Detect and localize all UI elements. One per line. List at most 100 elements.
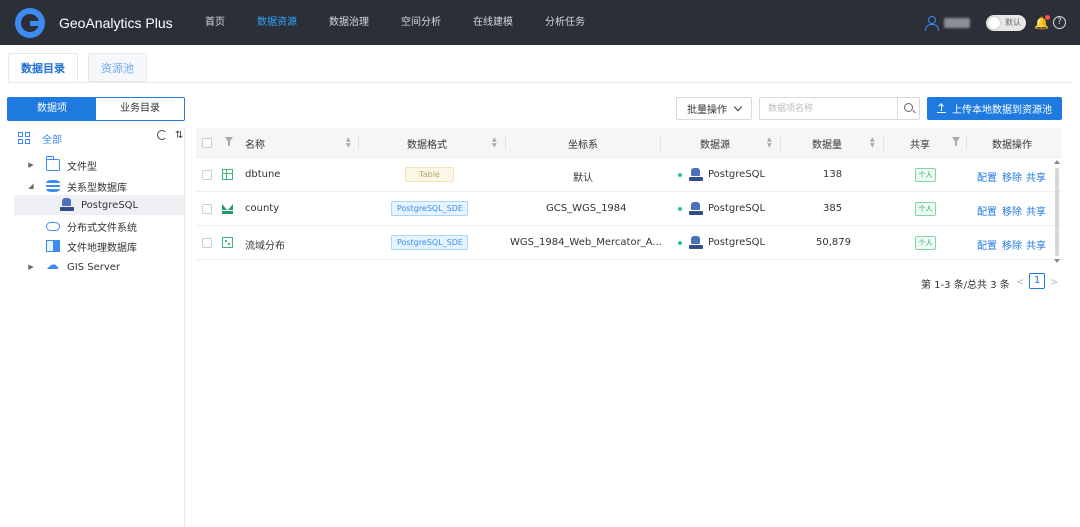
page-tabs: 数据目录 资源池 [8,53,157,82]
tree-item-relational-db[interactable]: ◢ 关系型数据库 [26,176,210,196]
map-database-icon [46,240,60,252]
upload-label: 上传本地数据到资源池 [952,105,1052,116]
postgresql-icon [60,198,74,212]
tab-resource-pool[interactable]: 资源池 [88,53,147,82]
sort-caret-icon[interactable]: ▲ ▼ [346,137,351,149]
row-checkbox[interactable] [202,204,212,214]
theme-toggle[interactable]: 默认 [986,14,1026,31]
tree-item-label: PostgreSQL [81,199,139,211]
header-share: 共享 [910,140,930,151]
tree-item-label: 分布式文件系统 [67,222,137,234]
nav-item-spatial-analysis[interactable]: 空间分析 [385,0,457,45]
table-row[interactable]: county PostgreSQL_SDE GCS_WGS_1984 Postg… [196,192,1062,226]
expand-caret-icon[interactable]: ▶ [26,263,36,271]
table-header: 名称 ▲ ▼ 数据格式 ▲ ▼ 坐标系 数据源 ▲ ▼ 数据量 ▲ ▼ 共享 数据操作 [196,128,1062,158]
cell-name[interactable]: county [245,203,279,214]
format-tag: Table [405,167,454,182]
table-icon [222,169,233,180]
app-title: GeoAnalytics Plus [59,14,173,31]
tree-item-label: 文件型 [67,161,97,173]
filter-icon[interactable] [225,137,233,146]
data-items-table: 名称 ▲ ▼ 数据格式 ▲ ▼ 坐标系 数据源 ▲ ▼ 数据量 ▲ ▼ 共享 数据操作 … [196,128,1062,260]
share-link[interactable]: 共享 [1026,203,1046,218]
upload-local-data-button[interactable]: 上传本地数据到资源池 [927,97,1062,120]
panel-divider [184,128,185,527]
status-dot [678,173,682,177]
scroll-thumb[interactable] [1055,168,1059,256]
table-row[interactable]: 流域分布 PostgreSQL_SDE WGS_1984_Web_Mercato… [196,226,1062,260]
nav-item-home[interactable]: 首页 [191,0,241,45]
notification-bell-icon[interactable]: 🔔 [1034,14,1050,30]
remove-link[interactable]: 移除 [1002,169,1022,184]
table-scrollbar[interactable] [1054,160,1060,264]
scroll-down-icon[interactable] [1054,259,1060,263]
header-count: 数据量 [812,140,842,151]
remove-link[interactable]: 移除 [1002,237,1022,252]
share-link[interactable]: 共享 [1026,237,1046,252]
help-icon[interactable]: ? [1053,16,1066,29]
page-number-current[interactable]: 1 [1029,273,1045,289]
share-badge: 个人 [915,168,936,182]
nav-item-data-resources[interactable]: 数据资源 [241,0,313,45]
postgresql-icon [689,202,703,216]
search-icon[interactable] [897,98,919,119]
top-right-actions: 默认 🔔 ? [924,0,1066,45]
format-tag: PostgreSQL_SDE [391,201,468,216]
row-checkbox[interactable] [202,238,212,248]
share-link[interactable]: 共享 [1026,169,1046,184]
filter-icon[interactable] [952,137,960,146]
tab-data-catalog[interactable]: 数据目录 [8,53,78,82]
tabs-divider [8,82,1072,83]
sort-caret-icon[interactable]: ▲ ▼ [492,137,497,149]
cloud-storage-icon [46,221,60,231]
configure-link[interactable]: 配置 [977,169,997,184]
segment-data-items[interactable]: 数据项 [8,98,96,120]
app-logo-icon[interactable] [15,7,45,38]
refresh-icon[interactable] [157,130,167,140]
segment-business-catalog[interactable]: 业务目录 [96,98,184,120]
postgresql-icon [689,236,703,250]
cell-name[interactable]: dbtune [245,169,280,180]
sort-caret-icon[interactable]: ▲ ▼ [767,137,772,149]
remove-link[interactable]: 移除 [1002,203,1022,218]
cell-name[interactable]: 流域分布 [245,237,285,252]
nav-item-analysis-tasks[interactable]: 分析任务 [529,0,601,45]
prev-page-button[interactable]: < [1016,277,1024,288]
expand-caret-icon[interactable]: ▶ [26,161,36,169]
cell-crs: WGS_1984_Web_Mercator_A... [510,237,662,248]
sort-caret-icon[interactable]: ▲ ▼ [870,137,875,149]
column-separator [780,136,781,150]
user-icon[interactable] [924,15,939,31]
row-checkbox[interactable] [202,170,212,180]
status-dot [678,207,682,211]
select-all-checkbox[interactable] [202,138,212,148]
batch-operations-dropdown[interactable]: 批量操作 [676,97,752,120]
cell-count: 385 [823,203,843,214]
next-page-button[interactable]: > [1050,277,1058,288]
nav-item-data-governance[interactable]: 数据治理 [313,0,385,45]
configure-link[interactable]: 配置 [977,237,997,252]
column-separator [505,136,506,150]
search-input[interactable] [760,98,897,119]
collapse-caret-icon[interactable]: ◢ [26,182,36,190]
header-format: 数据格式 [407,140,447,151]
tree-item-label: 文件地理数据库 [67,242,137,254]
notification-dot [1045,14,1050,20]
tree-item-all[interactable]: 全部 [18,130,62,146]
batch-label: 批量操作 [687,105,727,116]
configure-link[interactable]: 配置 [977,203,997,218]
username-redacted[interactable] [944,17,970,28]
table-row[interactable]: dbtune Table 默认 PostgreSQL 138 个人 配置 移除 … [196,158,1062,192]
tree-item-gis-server[interactable]: ▶ GIS Server [26,257,210,277]
database-icon [46,180,60,192]
header-operations: 数据操作 [992,140,1032,151]
scroll-up-icon[interactable] [1054,160,1060,164]
format-tag: PostgreSQL_SDE [391,235,468,250]
nav-item-online-modeling[interactable]: 在线建模 [457,0,529,45]
sort-icon[interactable]: ⇅ [175,130,183,141]
tree-all-label: 全部 [42,134,62,146]
tree-item-postgresql[interactable]: PostgreSQL [14,195,184,215]
header-crs: 坐标系 [568,140,598,151]
tree-item-file-type[interactable]: ▶ 文件型 [26,155,210,175]
tree-item-label: 关系型数据库 [67,182,127,194]
